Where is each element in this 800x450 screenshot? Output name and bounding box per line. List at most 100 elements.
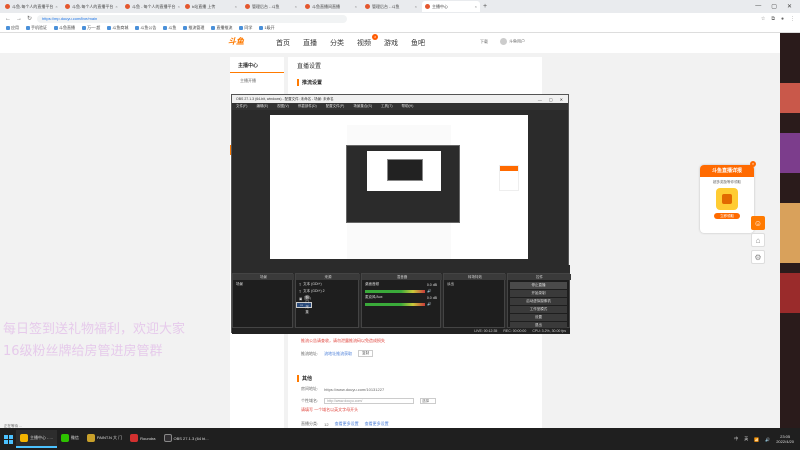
- more-settings-link[interactable]: 查看更多设置: [335, 421, 359, 427]
- push-address-link[interactable]: 流地址推流获取: [324, 351, 352, 357]
- bookmark-item[interactable]: 手机验证: [26, 25, 47, 31]
- domain-select[interactable]: 选择: [420, 398, 437, 404]
- speaker-icon[interactable]: 🔊: [427, 302, 431, 306]
- scene-item[interactable]: 场景: [233, 281, 292, 288]
- browser-tab[interactable]: 管理后台 - 斗鱼 ×: [362, 1, 420, 12]
- download-link[interactable]: 下载: [480, 39, 488, 45]
- stop-streaming-button[interactable]: 停止直播: [510, 282, 567, 289]
- bookmark-item[interactable]: 1级开: [259, 25, 275, 31]
- source-item[interactable]: T 文本 (GDI+) 2: [296, 288, 358, 295]
- promo-button[interactable]: 立即领取: [714, 213, 740, 219]
- menu-item[interactable]: 帮助(H): [402, 104, 414, 109]
- bookmark-item[interactable]: 斗鱼: [163, 25, 176, 31]
- nav-video[interactable]: 视频 3: [357, 34, 378, 48]
- close-icon[interactable]: ×: [295, 4, 297, 9]
- sidebar-item-start-live[interactable]: 主播开播: [240, 78, 256, 84]
- copy-button[interactable]: 复制: [358, 350, 374, 357]
- browser-tab[interactable]: 斗鱼-每个人的直播平台 ×: [2, 1, 60, 12]
- volume-icon[interactable]: 🔊: [765, 437, 770, 442]
- volume-meter[interactable]: [365, 302, 425, 306]
- reload-icon[interactable]: ↻: [27, 15, 32, 22]
- chat-icon[interactable]: ☺: [751, 216, 765, 230]
- bookmark-item[interactable]: 斗鱼直播: [54, 25, 75, 31]
- settings-icon[interactable]: ⚙: [751, 250, 765, 264]
- back-icon[interactable]: ←: [5, 16, 11, 22]
- browser-tab[interactable]: b站直播 上传 ×: [182, 1, 240, 12]
- extension-icon[interactable]: ⧉: [771, 16, 775, 22]
- url-input[interactable]: https://mp.douyu.com/live/main: [37, 14, 348, 23]
- new-tab-icon[interactable]: +: [483, 3, 487, 10]
- taskbar-item[interactable]: 微信: [57, 430, 83, 448]
- menu-icon[interactable]: ⋮: [790, 16, 795, 22]
- menu-item[interactable]: 停靠部件(D): [298, 104, 317, 109]
- clock[interactable]: 23:05 2022/4/20: [776, 434, 794, 444]
- studio-mode-button[interactable]: 工作室模式: [510, 306, 567, 313]
- nav-forum[interactable]: 鱼吧: [411, 38, 425, 48]
- close-window-icon[interactable]: ✕: [787, 3, 792, 10]
- close-icon[interactable]: ×: [355, 4, 357, 9]
- ime-indicator[interactable]: 中: [734, 436, 738, 442]
- menu-item[interactable]: 场景集合(S): [353, 104, 372, 109]
- close-icon[interactable]: ×: [55, 4, 57, 9]
- bookmark-item[interactable]: 万一·超: [82, 25, 100, 31]
- user-menu[interactable]: 斗鱼用户: [500, 38, 525, 45]
- taskbar-item[interactable]: Roundra: [126, 430, 159, 448]
- bookmark-item[interactable]: 应用: [6, 25, 19, 31]
- speaker-icon[interactable]: 🔊: [427, 289, 431, 293]
- nav-live[interactable]: 直播: [303, 38, 317, 48]
- close-icon[interactable]: ×: [115, 4, 117, 9]
- source-item[interactable]: ▭ 窗口采集: [296, 295, 312, 314]
- minimize-icon[interactable]: —: [538, 97, 542, 102]
- transition-select[interactable]: 淡出: [444, 281, 504, 288]
- star-icon[interactable]: ☆: [761, 16, 765, 22]
- obs-window[interactable]: OBS 27.1.3 (64-bit, windows) - 配置文件: 未命名…: [231, 94, 571, 334]
- douyu-logo[interactable]: 斗鱼: [228, 36, 262, 49]
- maximize-icon[interactable]: ▢: [549, 97, 553, 102]
- bookmark-item[interactable]: 推流管理: [183, 25, 204, 31]
- close-icon[interactable]: ×: [475, 4, 477, 9]
- close-icon[interactable]: ×: [415, 4, 417, 9]
- minimize-icon[interactable]: —: [755, 3, 761, 10]
- network-icon[interactable]: 📶: [754, 437, 759, 442]
- menu-item[interactable]: 编辑(E): [256, 104, 268, 109]
- browser-tab-active[interactable]: 主播中心 ×: [422, 1, 480, 12]
- browser-tab[interactable]: 斗鱼直播间直播 ×: [302, 1, 360, 12]
- more-settings-link[interactable]: 查看更多设置: [365, 421, 389, 427]
- forward-icon[interactable]: →: [16, 16, 22, 22]
- virtual-camera-button[interactable]: 启动虚拟摄像机: [510, 298, 567, 305]
- start-button[interactable]: [0, 428, 16, 450]
- mixer-meter[interactable]: 🔊: [362, 301, 440, 307]
- source-item[interactable]: T 文本 (GDI+): [296, 281, 358, 288]
- close-window-icon[interactable]: ✕: [560, 97, 563, 102]
- close-icon[interactable]: ×: [235, 4, 237, 9]
- browser-tab[interactable]: 斗鱼 - 每个人的直播平台 ×: [122, 1, 180, 12]
- menu-item[interactable]: 文件(F): [236, 104, 247, 109]
- bookmark-item[interactable]: 斗鱼公告: [135, 25, 156, 31]
- nav-home[interactable]: 首页: [276, 38, 290, 48]
- promo-card[interactable]: 斗鱼直播详报 超多奖励等你领取 立即领取: [700, 165, 754, 233]
- nav-category[interactable]: 分类: [330, 38, 344, 48]
- ime-indicator[interactable]: 英: [744, 436, 748, 442]
- menu-item[interactable]: 视图(V): [277, 104, 289, 109]
- bookmark-item[interactable]: 直播推流: [211, 25, 232, 31]
- close-icon[interactable]: ×: [750, 161, 756, 167]
- browser-tab[interactable]: 管理后台 - 斗鱼 ×: [242, 1, 300, 12]
- nav-game[interactable]: 游戏: [384, 38, 398, 48]
- menu-item[interactable]: 配置文件(P): [326, 104, 345, 109]
- taskbar-item[interactable]: PAINT.N 大 门: [83, 430, 126, 448]
- menu-item[interactable]: 工具(T): [381, 104, 392, 109]
- close-icon[interactable]: ×: [178, 4, 180, 9]
- taskbar-item[interactable]: OBS 27.1.3 (64 bi...: [160, 430, 213, 448]
- obs-preview[interactable]: [270, 115, 528, 259]
- maximize-icon[interactable]: ▢: [771, 3, 777, 10]
- settings-button[interactable]: 设置: [510, 314, 567, 321]
- home-icon[interactable]: ⌂: [751, 233, 765, 247]
- bookmark-item[interactable]: 同学: [239, 25, 252, 31]
- taskbar-item[interactable]: 主播中心 - ...: [16, 430, 57, 448]
- browser-tab[interactable]: 斗鱼-每个人的直播平台 ×: [62, 1, 120, 12]
- domain-input[interactable]: http://www.douyu.com/: [324, 398, 415, 404]
- start-recording-button[interactable]: 开始录制: [510, 290, 567, 297]
- volume-meter[interactable]: [365, 289, 425, 293]
- bookmark-item[interactable]: 斗鱼商城: [107, 25, 128, 31]
- profile-icon[interactable]: ●: [781, 16, 784, 22]
